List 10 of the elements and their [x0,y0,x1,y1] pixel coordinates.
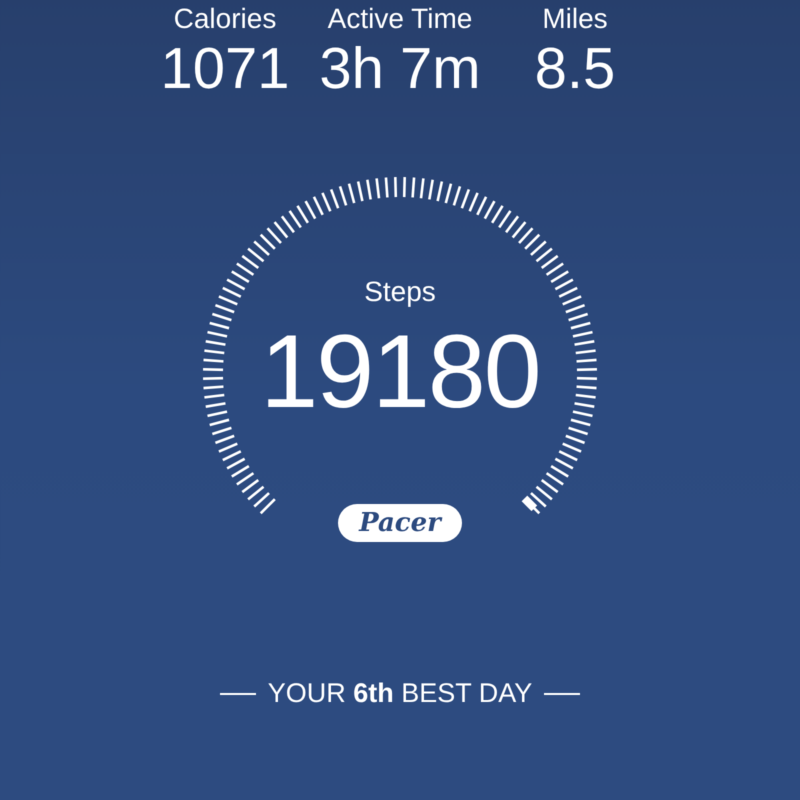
pacer-logo: Pacer [338,504,462,542]
stat-label: Active Time [328,4,472,34]
stat-value: 8.5 [534,40,616,98]
stat-value: 3h 7m [319,40,481,98]
steps-count: 19180 [260,320,540,424]
stat-label: Calories [174,4,276,34]
best-day-text: YOUR 6th BEST DAY [268,680,532,707]
stat-label: Miles [542,4,608,34]
steps-label: Steps [364,278,436,306]
stat-value: 1071 [160,40,290,98]
